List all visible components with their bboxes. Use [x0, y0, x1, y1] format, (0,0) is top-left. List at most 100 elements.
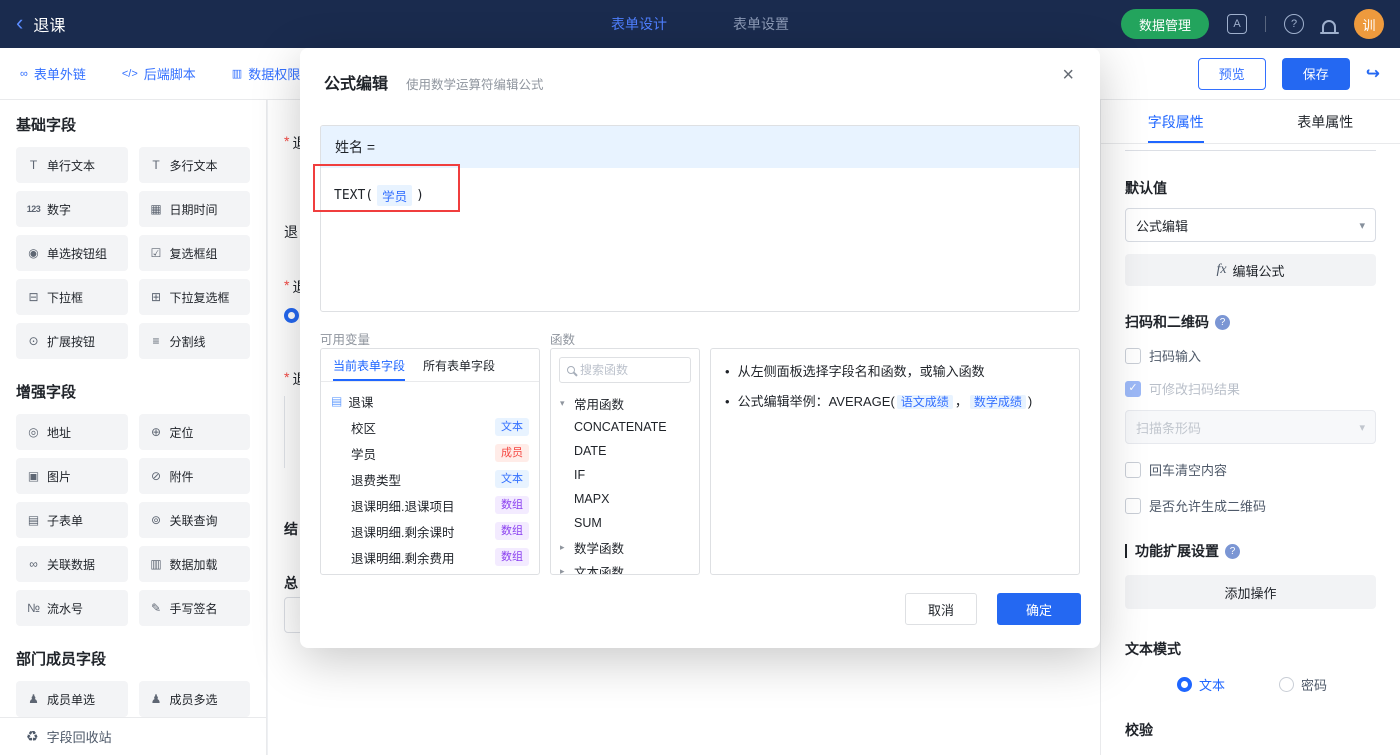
confirm-button[interactable]: 确定	[997, 593, 1081, 625]
field-button[interactable]: ◉ 单选按钮组	[16, 235, 128, 271]
field-label: 数字	[47, 202, 72, 217]
field-type-tag: 数组	[495, 548, 529, 566]
default-value-select[interactable]: 公式编辑 ▾	[1125, 208, 1376, 242]
recycle-bin[interactable]: ♻ 字段回收站	[0, 717, 266, 755]
function-group-label: 数学函数	[574, 541, 625, 556]
back-icon[interactable]: ‹	[16, 11, 23, 34]
field-button[interactable]: ∞ 关联数据	[16, 546, 128, 582]
field-button[interactable]: ⊚ 关联查询	[138, 502, 250, 538]
chevron-down-icon: ▾	[560, 397, 565, 408]
checkbox-label: 扫码输入	[1149, 349, 1202, 364]
help-icon[interactable]: ?	[1284, 14, 1304, 34]
field-button[interactable]: ♟ 成员单选	[16, 681, 128, 717]
extend-button-icon: ⊙	[28, 334, 39, 348]
form-icon: ▤	[331, 394, 343, 408]
function-group[interactable]: ▸ 文本函数	[551, 559, 699, 575]
script-icon: </>	[121, 67, 138, 80]
field-button[interactable]: ☑ 复选框组	[138, 235, 250, 271]
variable-row[interactable]: 退课明细.剩余费用 数组	[321, 544, 539, 570]
function-group[interactable]: ▸ 数学函数	[551, 535, 699, 559]
toolbar-link[interactable]: </> 后端脚本	[122, 64, 196, 83]
tab-current-form-fields[interactable]: 当前表单字段	[333, 349, 406, 381]
function-search[interactable]	[559, 357, 691, 383]
toolbar-link-label: 后端脚本	[143, 67, 196, 82]
variable-row[interactable]: 退费类型 文本	[321, 466, 539, 492]
scan-section-label: 扫码和二维码	[1125, 314, 1209, 330]
edit-formula-button[interactable]: fx 编辑公式	[1125, 254, 1376, 286]
checkbox-clear-on-enter[interactable]: 回车清空内容	[1125, 460, 1376, 479]
tree-root-form[interactable]: ▤ 退课	[321, 388, 539, 414]
tab-form-design[interactable]: 表单设计	[611, 14, 667, 34]
checkbox-scan-input[interactable]: 扫码输入	[1125, 346, 1376, 365]
save-button[interactable]: 保存	[1281, 57, 1350, 90]
edit-formula-label: 编辑公式	[1232, 263, 1285, 279]
tab-field-properties[interactable]: 字段属性	[1101, 100, 1251, 143]
topbar-nav: 表单设计 表单设置	[611, 14, 789, 34]
field-type-tag: 文本	[495, 418, 529, 436]
variable-row[interactable]: 退课明细.退课项目 数组	[321, 492, 539, 518]
palette-section-title: 基础字段	[16, 117, 77, 134]
field-token[interactable]: 学员	[377, 185, 413, 206]
toolbar-link[interactable]: ▥ 数据权限	[232, 64, 300, 83]
help-icon[interactable]: ?	[1215, 314, 1230, 330]
field-token: 语文成绩	[896, 395, 953, 410]
field-button[interactable]: ⊕ 定位	[138, 414, 250, 450]
field-button[interactable]: ▣ 图片	[16, 458, 128, 494]
field-button[interactable]: ▤ 子表单	[16, 502, 128, 538]
section-marker	[1125, 544, 1127, 558]
data-load-icon: ▥	[150, 557, 162, 571]
help-icon[interactable]: ?	[1225, 543, 1240, 559]
topbar-actions: 数据管理 A ? 训	[1120, 9, 1384, 39]
cancel-button[interactable]: 取消	[905, 593, 977, 625]
formula-body[interactable]: TEXT( 学员 )	[321, 168, 1079, 223]
field-button[interactable]: ⊘ 附件	[138, 458, 250, 494]
field-label: 流水号	[47, 601, 84, 616]
close-icon[interactable]: ×	[1062, 64, 1074, 87]
number-icon: 123	[26, 204, 41, 214]
field-button[interactable]: № 流水号	[16, 590, 128, 626]
field-button[interactable]: T 单行文本	[16, 147, 128, 183]
field-button[interactable]: ▥ 数据加载	[138, 546, 250, 582]
field-button[interactable]: ◎ 地址	[16, 414, 128, 450]
field-button[interactable]: ⊙ 扩展按钮	[16, 323, 128, 359]
selected-radio-fragment[interactable]	[284, 308, 299, 323]
field-button[interactable]: ≡ 分割线	[138, 323, 250, 359]
function-item[interactable]: MAPX	[551, 487, 699, 511]
checkbox-modify-scan-result[interactable]: ✓ 可修改扫码结果	[1125, 379, 1376, 398]
field-button[interactable]: ♟ 成员多选	[138, 681, 250, 717]
function-item[interactable]: DATE	[551, 439, 699, 463]
share-icon[interactable]: ↪	[1366, 64, 1380, 84]
add-operation-button[interactable]: 添加操作	[1125, 575, 1376, 609]
field-button[interactable]: ⊟ 下拉框	[16, 279, 128, 315]
notification-bell-icon[interactable]	[1319, 19, 1339, 34]
field-button[interactable]: ✎ 手写签名	[138, 590, 250, 626]
tab-form-settings[interactable]: 表单设置	[733, 14, 789, 34]
radio-password[interactable]: 密码	[1279, 675, 1327, 694]
field-button[interactable]: T 多行文本	[138, 147, 250, 183]
function-group[interactable]: ▾ 常用函数	[551, 391, 699, 415]
avatar[interactable]: 训	[1354, 9, 1384, 39]
field-button[interactable]: 123 数字	[16, 191, 128, 227]
function-item[interactable]: CONCATENATE	[551, 415, 699, 439]
radio-text[interactable]: 文本	[1177, 675, 1225, 694]
field-type-tag: 数组	[495, 522, 529, 540]
function-search-input[interactable]	[580, 363, 683, 377]
field-label: 子表单	[47, 513, 84, 528]
topbar: ‹ 退课 表单设计 表单设置 数据管理 A ? 训	[0, 0, 1400, 48]
field-button[interactable]: ⊞ 下拉复选框	[138, 279, 250, 315]
variable-row[interactable]: 校区 文本	[321, 414, 539, 440]
formula-editor[interactable]: 姓名 = TEXT( 学员 )	[320, 125, 1080, 312]
data-manage-button[interactable]: 数据管理	[1120, 9, 1209, 39]
function-item[interactable]: IF	[551, 463, 699, 487]
field-button[interactable]: ▦ 日期时间	[138, 191, 250, 227]
multi-line-text-icon: T	[152, 158, 160, 172]
function-item[interactable]: SUM	[551, 511, 699, 535]
language-icon[interactable]: A	[1227, 14, 1247, 34]
preview-button[interactable]: 预览	[1197, 57, 1266, 90]
variable-row[interactable]: 学员 成员	[321, 440, 539, 466]
checkbox-allow-qrcode[interactable]: 是否允许生成二维码	[1125, 496, 1376, 515]
toolbar-link[interactable]: ∞ 表单外链	[20, 64, 86, 83]
tab-all-form-fields[interactable]: 所有表单字段	[423, 349, 495, 381]
variable-row[interactable]: 退课明细.剩余课时 数组	[321, 518, 539, 544]
tab-form-properties[interactable]: 表单属性	[1251, 100, 1400, 143]
